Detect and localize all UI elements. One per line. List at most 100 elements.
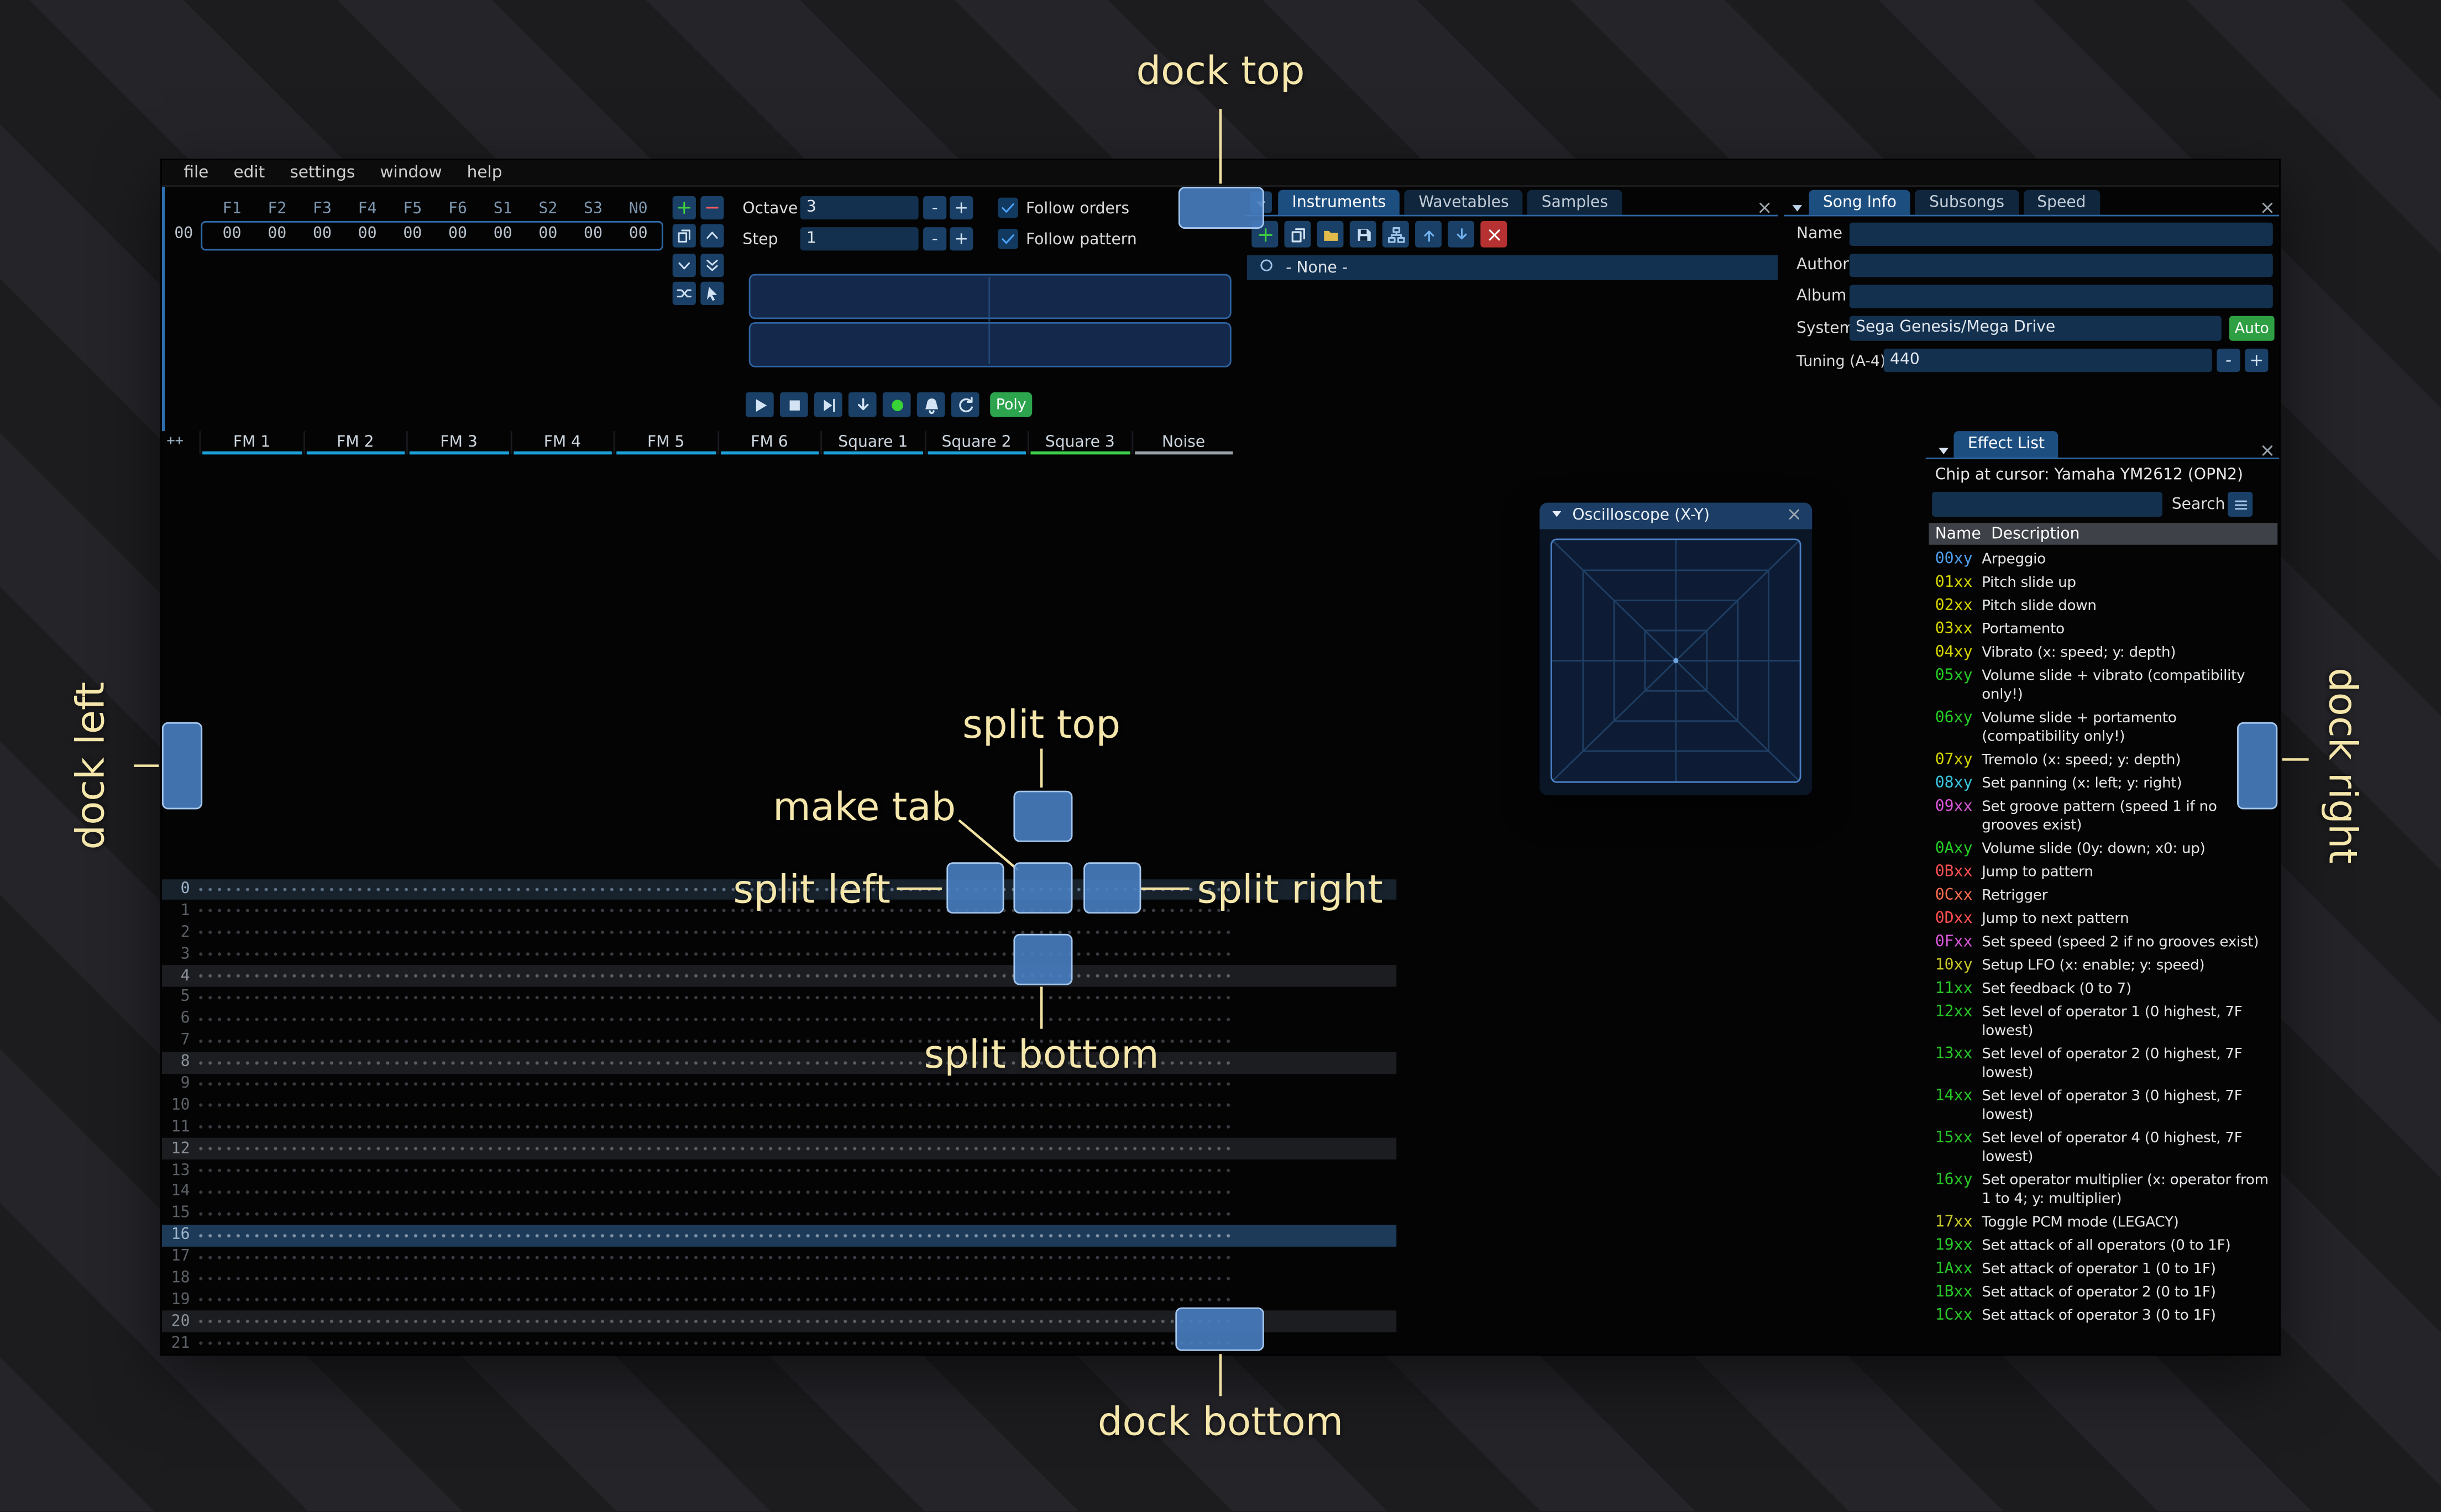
play-from-cursor-button[interactable] [814, 392, 842, 417]
name-field[interactable] [1849, 222, 2273, 246]
system-auto-button[interactable]: Auto [2229, 316, 2275, 341]
follow-pattern-checkbox[interactable] [998, 229, 1018, 249]
song-info-close-button[interactable] [2259, 193, 2276, 223]
effect-row-08xy[interactable]: 08xy Set panning (x: left; y: right) [1929, 772, 2277, 795]
pattern-row-7[interactable]: 7 [162, 1030, 1396, 1052]
order-cell-4[interactable]: 00 [392, 225, 433, 244]
pattern-row-10[interactable]: 10 [162, 1095, 1396, 1117]
menu-window[interactable]: window [368, 162, 454, 183]
tab-speed[interactable]: Speed [2023, 190, 2100, 215]
tab-effect-list[interactable]: Effect List [1953, 431, 2059, 458]
order-cell-1[interactable]: 00 [257, 225, 297, 244]
channel-header-fm-5[interactable]: FM 5 [613, 431, 717, 455]
channel-header-fm-6[interactable]: FM 6 [716, 431, 820, 455]
repeat-pattern-button[interactable] [951, 392, 979, 417]
duplicate-instrument-button[interactable] [1284, 221, 1311, 248]
order-cell-2[interactable]: 00 [302, 225, 342, 244]
effect-list-menu-button[interactable] [2228, 491, 2253, 517]
pattern-row-18[interactable]: 18 [162, 1267, 1396, 1290]
effect-row-01xx[interactable]: 01xx Pitch slide up [1929, 571, 2277, 595]
tab-wavetables[interactable]: Wavetables [1404, 190, 1523, 215]
order-cell-6[interactable]: 00 [483, 225, 523, 244]
oscilloscope-title-bar[interactable]: Oscilloscope (X-Y) [1539, 502, 1813, 529]
pattern-row-13[interactable]: 13 [162, 1159, 1396, 1182]
channel-header-square-1[interactable]: Square 1 [820, 431, 924, 455]
channel-header-fm-3[interactable]: FM 3 [406, 431, 510, 455]
effect-row-13xx[interactable]: 13xx Set level of operator 2 (0 highest, … [1929, 1043, 2277, 1085]
pattern-row-2[interactable]: 2 [162, 922, 1396, 944]
step-input[interactable]: 1 [800, 227, 919, 251]
dock-target-right[interactable] [2237, 722, 2278, 810]
effect-row-09xx[interactable]: 09xx Set groove pattern (speed 1 if no gr… [1929, 795, 2277, 837]
effect-list-tab-list-button[interactable] [1935, 436, 1952, 466]
order-cell-3[interactable]: 00 [347, 225, 387, 244]
menu-help[interactable]: help [454, 162, 515, 183]
effect-row-04xy[interactable]: 04xy Vibrato (x: speed; y: depth) [1929, 641, 2277, 664]
channel-header-fm-4[interactable]: FM 4 [510, 431, 613, 455]
effect-row-14xx[interactable]: 14xx Set level of operator 3 (0 highest, … [1929, 1085, 2277, 1127]
tuning-input[interactable]: 440 [1883, 348, 2213, 372]
octave-input[interactable]: 3 [800, 196, 919, 220]
deep-clone-order-button[interactable] [700, 253, 724, 277]
effect-row-03xx[interactable]: 03xx Portamento [1929, 618, 2277, 641]
split-target-left[interactable] [946, 862, 1004, 914]
move-order-down-button[interactable] [672, 253, 696, 277]
pattern-row-15[interactable]: 15 [162, 1203, 1396, 1225]
order-change-all-button[interactable] [672, 281, 696, 305]
dock-target-top[interactable] [1178, 186, 1264, 229]
octave-decrease-button[interactable]: - [923, 196, 947, 220]
split-target-bottom[interactable] [1013, 933, 1073, 985]
effect-row-0Dxx[interactable]: 0Dxx Jump to next pattern [1929, 907, 2277, 931]
record-button[interactable] [882, 392, 911, 417]
octave-increase-button[interactable]: + [949, 196, 973, 220]
step-row-button[interactable] [848, 392, 877, 417]
tab-subsongs[interactable]: Subsongs [1915, 190, 2019, 215]
pattern-row-4[interactable]: 4 [161, 965, 1397, 987]
delete-instrument-button[interactable] [1480, 221, 1507, 248]
metronome-button[interactable] [916, 392, 945, 417]
move-instrument-up-button[interactable] [1415, 221, 1442, 248]
pattern-row-6[interactable]: 6 [162, 1008, 1396, 1030]
pattern-row-14[interactable]: 14 [162, 1181, 1396, 1203]
pattern-row-17[interactable]: 17 [162, 1246, 1396, 1268]
follow-orders-checkbox[interactable] [998, 197, 1018, 218]
instruments-close-button[interactable] [1756, 193, 1773, 223]
effect-row-16xy[interactable]: 16xy Set operator multiplier (x: operator… [1929, 1169, 2277, 1211]
instrument-list-item-none[interactable]: - None - [1246, 255, 1778, 280]
tab-samples[interactable]: Samples [1527, 190, 1622, 215]
effect-row-10xy[interactable]: 10xy Setup LFO (x: enable; y: speed) [1929, 954, 2277, 977]
order-cell-0[interactable]: 00 [212, 225, 252, 244]
effect-row-11xx[interactable]: 11xx Set feedback (0 to 7) [1929, 978, 2277, 1001]
tab-song-info[interactable]: Song Info [1809, 190, 1911, 215]
order-cell-8[interactable]: 00 [573, 225, 613, 244]
system-value[interactable]: Sega Genesis/Mega Drive [1849, 316, 2222, 341]
effect-row-12xx[interactable]: 12xx Set level of operator 1 (0 highest, … [1929, 1001, 2277, 1043]
add-order-button[interactable] [672, 196, 696, 220]
effect-row-0Cxx[interactable]: 0Cxx Retrigger [1929, 884, 2277, 907]
stop-button[interactable] [779, 392, 808, 417]
order-row-index[interactable]: 00 [166, 225, 201, 244]
effect-row-17xx[interactable]: 17xx Toggle PCM mode (LEGACY) [1929, 1211, 2277, 1234]
pattern-row-9[interactable]: 9 [162, 1073, 1396, 1095]
effect-list-close-button[interactable] [2259, 436, 2276, 466]
menu-file[interactable]: file [171, 162, 221, 183]
pattern-row-3[interactable]: 3 [162, 943, 1396, 965]
close-icon[interactable] [1785, 505, 1803, 527]
split-target-top[interactable] [1013, 790, 1073, 842]
menu-settings[interactable]: settings [277, 162, 368, 183]
effect-row-00xy[interactable]: 00xy Arpeggio [1929, 548, 2277, 571]
make-tab-target[interactable] [1013, 862, 1073, 914]
pattern-row-11[interactable]: 11 [162, 1116, 1396, 1138]
duplicate-order-button[interactable] [672, 224, 696, 248]
effect-row-1Cxx[interactable]: 1Cxx Set attack of operator 3 (0 to 1F) [1929, 1304, 2277, 1327]
open-instrument-button[interactable] [1317, 221, 1344, 248]
oscilloscope-window[interactable]: Oscilloscope (X-Y) [1539, 502, 1813, 796]
pattern-row-8[interactable]: 8 [161, 1051, 1397, 1073]
menu-edit[interactable]: edit [221, 162, 277, 183]
remove-order-button[interactable] [700, 196, 724, 220]
tab-instruments[interactable]: Instruments [1278, 190, 1400, 215]
channel-header-noise[interactable]: Noise [1131, 431, 1234, 455]
author-field[interactable] [1849, 254, 2273, 277]
effect-row-19xx[interactable]: 19xx Set attack of all operators (0 to 1F… [1929, 1234, 2277, 1257]
move-instrument-down-button[interactable] [1448, 221, 1475, 248]
